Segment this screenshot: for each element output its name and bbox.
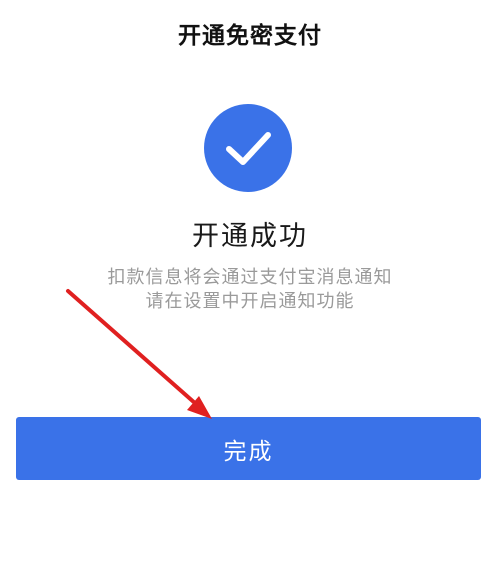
page-title: 开通免密支付 — [178, 23, 322, 49]
done-button[interactable]: 完成 — [16, 417, 481, 480]
result-description-line-1: 扣款信息将会通过支付宝消息通知 — [107, 267, 393, 288]
result-title: 开通成功 — [192, 221, 308, 252]
check-icon — [204, 104, 292, 192]
result-description: 扣款信息将会通过支付宝消息通知 请在设置中开启通知功能 — [0, 266, 500, 314]
result-description-line-2: 请在设置中开启通知功能 — [145, 291, 355, 312]
payment-success-page: 开通免密支付 开通成功 扣款信息将会通过支付宝消息通知 请在设置中开启通知功能 … — [0, 0, 500, 566]
